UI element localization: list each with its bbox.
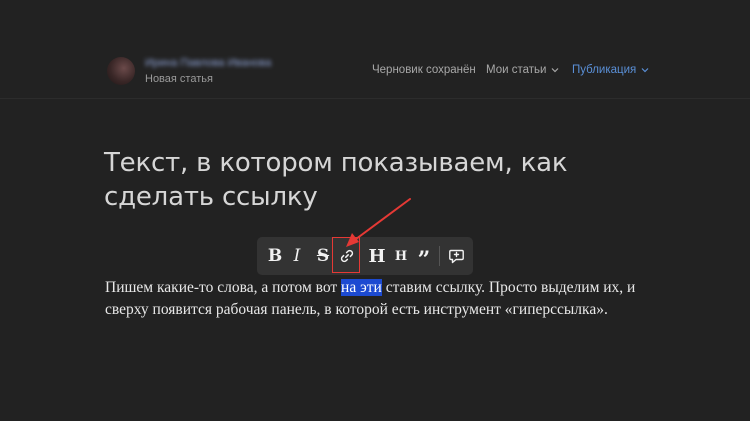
bold-button[interactable]: B [265, 237, 285, 275]
author-name[interactable]: Ирина Павлова Иванова [145, 57, 271, 69]
avatar[interactable] [107, 57, 135, 85]
draft-status-label: Черновик сохранён [372, 64, 476, 76]
strikethrough-button[interactable]: S [313, 237, 333, 275]
selected-text[interactable]: на эти [341, 279, 382, 296]
publish-label: Публикация [572, 64, 637, 76]
editor-header: Ирина Павлова Иванова Новая статья Черно… [0, 0, 750, 99]
toolbar-divider [439, 246, 440, 266]
italic-button[interactable]: I [289, 237, 305, 275]
paragraph-text-before: Пишем какие-то слова, а потом вот [105, 279, 342, 296]
comment-add-icon [448, 249, 464, 263]
chevron-down-icon [552, 68, 559, 73]
article-paragraph[interactable]: Пишем какие-то слова, а потом вот на эти… [105, 277, 665, 321]
chevron-down-icon [641, 68, 649, 73]
comment-button[interactable] [445, 237, 467, 275]
publish-menu[interactable]: Публикация [572, 64, 649, 76]
my-articles-menu[interactable]: Мои статьи [486, 64, 559, 76]
draft-status: Черновик сохранён [372, 64, 476, 76]
annotation-arrow-icon [346, 198, 411, 247]
story-label: Новая статья [145, 73, 213, 85]
my-articles-label: Мои статьи [486, 64, 547, 76]
